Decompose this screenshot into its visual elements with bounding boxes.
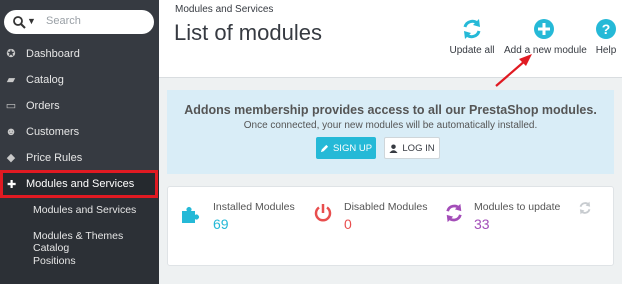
banner-subtitle: Once connected, your new modules will be… — [243, 120, 538, 131]
sidebar-item-price-rules[interactable]: ◆ Price Rules — [0, 145, 159, 171]
addons-banner: Addons membership provides access to all… — [167, 90, 614, 174]
reload-icon[interactable] — [578, 201, 592, 215]
sidebar: ▼ Search ✪ Dashboard ▰ Catalog ▭ Orders … — [0, 0, 159, 284]
user-icon — [389, 143, 398, 153]
puzzle-icon — [182, 207, 199, 223]
search-input[interactable]: Search — [46, 15, 81, 27]
pencil-icon — [320, 144, 329, 152]
sidebar-item-label: Catalog — [26, 74, 64, 86]
sidebar-item-dashboard[interactable]: ✪ Dashboard — [0, 41, 159, 67]
log-in-button[interactable]: LOG IN — [384, 137, 440, 159]
sign-up-label: SIGN UP — [332, 142, 373, 154]
submenu-item-modules-themes-catalog[interactable]: Modules & Themes Catalog — [33, 230, 159, 254]
sidebar-item-customers[interactable]: ☻ Customers — [0, 119, 159, 145]
submenu: Modules and Services Modules & Themes Ca… — [0, 198, 159, 284]
sidebar-item-label: Orders — [26, 100, 60, 112]
help-icon: ? — [596, 19, 616, 39]
add-new-module-button[interactable]: Add a new module — [504, 18, 587, 56]
submenu-item-positions[interactable]: Positions — [33, 255, 76, 267]
update-all-label: Update all — [449, 45, 495, 56]
module-stats-panel: Installed Modules 69 Disabled Modules 0 … — [167, 186, 614, 266]
refresh-icon — [446, 203, 462, 223]
sign-up-button[interactable]: SIGN UP — [316, 137, 376, 159]
help-button[interactable]: ? Help — [593, 18, 619, 56]
refresh-icon — [463, 19, 481, 39]
sidebar-item-label: Customers — [26, 126, 80, 138]
highlight-frame — [0, 170, 158, 198]
add-circle-icon — [534, 19, 554, 39]
stat-modules-to-update[interactable]: Modules to update 33 — [474, 201, 560, 232]
stat-value: 0 — [344, 216, 352, 232]
stat-value: 69 — [213, 216, 229, 232]
stat-installed-modules[interactable]: Installed Modules 69 — [213, 201, 295, 232]
svg-text:?: ? — [602, 21, 611, 37]
breadcrumb[interactable]: Modules and Services — [175, 4, 273, 15]
power-icon — [314, 204, 332, 222]
stat-title: Installed Modules — [213, 201, 295, 213]
sidebar-item-label: Price Rules — [26, 152, 83, 164]
add-new-module-label: Add a new module — [504, 45, 587, 56]
orders-icon: ▭ — [5, 100, 17, 112]
stat-disabled-modules[interactable]: Disabled Modules 0 — [344, 201, 427, 232]
update-all-button[interactable]: Update all — [447, 18, 497, 56]
catalog-icon: ▰ — [6, 74, 16, 86]
chevron-down-icon[interactable]: ▼ — [27, 16, 36, 26]
sidebar-item-catalog[interactable]: ▰ Catalog — [0, 67, 159, 93]
customers-icon: ☻ — [5, 126, 17, 138]
dashboard-icon: ✪ — [6, 48, 16, 60]
stat-title: Disabled Modules — [344, 201, 428, 213]
log-in-label: LOG IN — [402, 142, 435, 154]
submenu-item-modules-and-services[interactable]: Modules and Services — [33, 204, 136, 216]
search-box[interactable]: ▼ Search — [4, 10, 154, 34]
page-title: List of modules — [174, 20, 322, 45]
stat-value: 33 — [474, 216, 490, 232]
help-label: Help — [595, 45, 617, 56]
stat-title: Modules to update — [474, 201, 561, 213]
price-rules-icon: ◆ — [6, 152, 16, 164]
sidebar-item-orders[interactable]: ▭ Orders — [0, 93, 159, 119]
search-icon — [13, 16, 26, 29]
sidebar-item-label: Dashboard — [26, 48, 80, 60]
banner-title: Addons membership provides access to all… — [184, 103, 597, 117]
page-header: Modules and Services List of modules Upd… — [159, 0, 622, 78]
